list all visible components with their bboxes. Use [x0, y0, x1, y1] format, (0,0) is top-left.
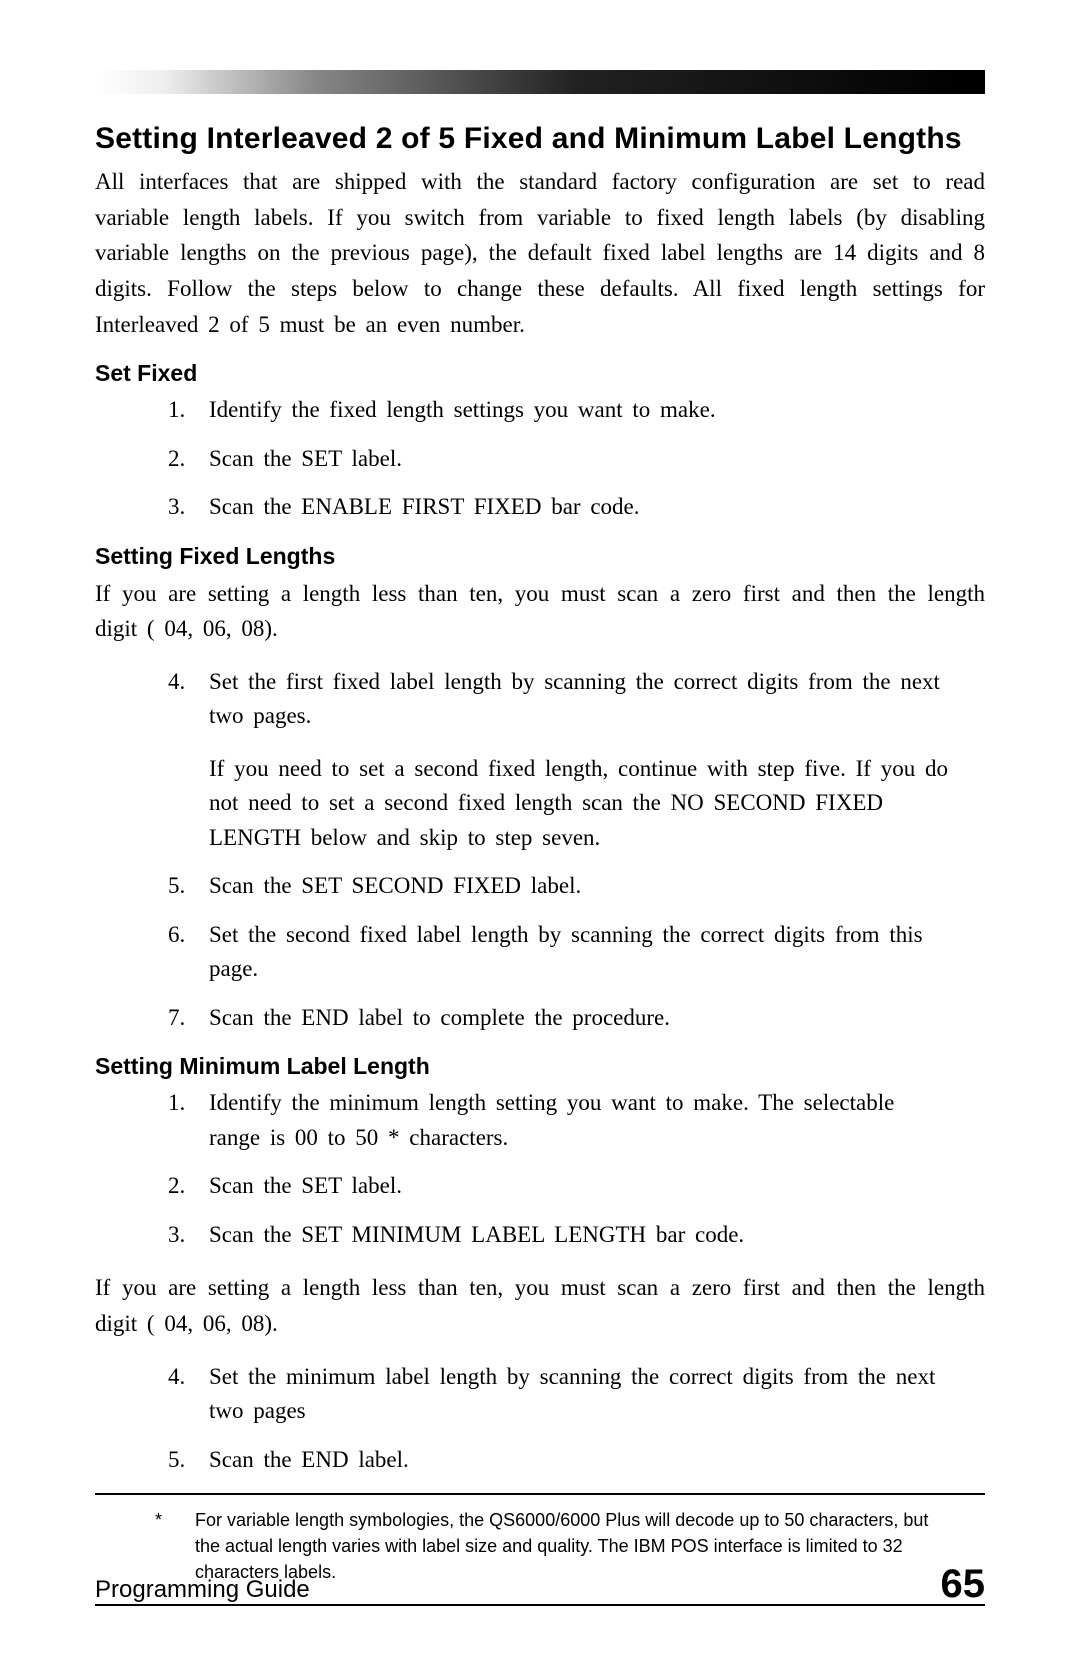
fixed-lengths-list: Set the first fixed label length by scan…	[95, 665, 985, 1036]
list-item: Scan the SET MINIMUM LABEL LENGTH bar co…	[195, 1218, 985, 1253]
list-item: Set the second fixed label length by sca…	[195, 918, 985, 987]
document-page: Setting Interleaved 2 of 5 Fixed and Min…	[0, 0, 1080, 1669]
list-item: Identify the minimum length setting you …	[195, 1086, 985, 1155]
list-item: Scan the SET label.	[195, 442, 985, 477]
footnote-rule-top	[95, 1493, 985, 1495]
fixed-lengths-intro: If you are setting a length less than te…	[95, 576, 985, 647]
section-heading-fixed-lengths: Setting Fixed Lengths	[95, 543, 985, 570]
list-item: Identify the fixed length settings you w…	[195, 393, 985, 428]
header-band	[95, 70, 985, 94]
gradient-bar	[95, 70, 985, 94]
min-length-list-a: Identify the minimum length setting you …	[95, 1086, 985, 1252]
min-length-intro2: If you are setting a length less than te…	[95, 1270, 985, 1341]
page-footer: Programming Guide 65	[95, 1562, 985, 1607]
min-length-list-b: Set the minimum label length by scanning…	[95, 1360, 985, 1478]
section-heading-set-fixed: Set Fixed	[95, 360, 985, 387]
list-item: Scan the SET label.	[195, 1169, 985, 1204]
intro-paragraph: All interfaces that are shipped with the…	[95, 164, 985, 342]
page-title: Setting Interleaved 2 of 5 Fixed and Min…	[95, 122, 985, 156]
list-item: Scan the ENABLE FIRST FIXED bar code.	[195, 490, 985, 525]
page-number: 65	[941, 1562, 986, 1607]
list-item-text: Set the first fixed label length by scan…	[209, 669, 940, 729]
section-heading-min-length: Setting Minimum Label Length	[95, 1053, 985, 1080]
list-item: Set the first fixed label length by scan…	[195, 665, 985, 856]
set-fixed-list: Identify the fixed length settings you w…	[95, 393, 985, 525]
footer-label: Programming Guide	[95, 1576, 310, 1604]
list-item: Set the minimum label length by scanning…	[195, 1360, 985, 1429]
list-item-subtext: If you need to set a second fixed length…	[209, 752, 955, 856]
list-item: Scan the END label to complete the proce…	[195, 1001, 985, 1036]
list-item: Scan the SET SECOND FIXED label.	[195, 869, 985, 904]
list-item: Scan the END label.	[195, 1443, 985, 1478]
